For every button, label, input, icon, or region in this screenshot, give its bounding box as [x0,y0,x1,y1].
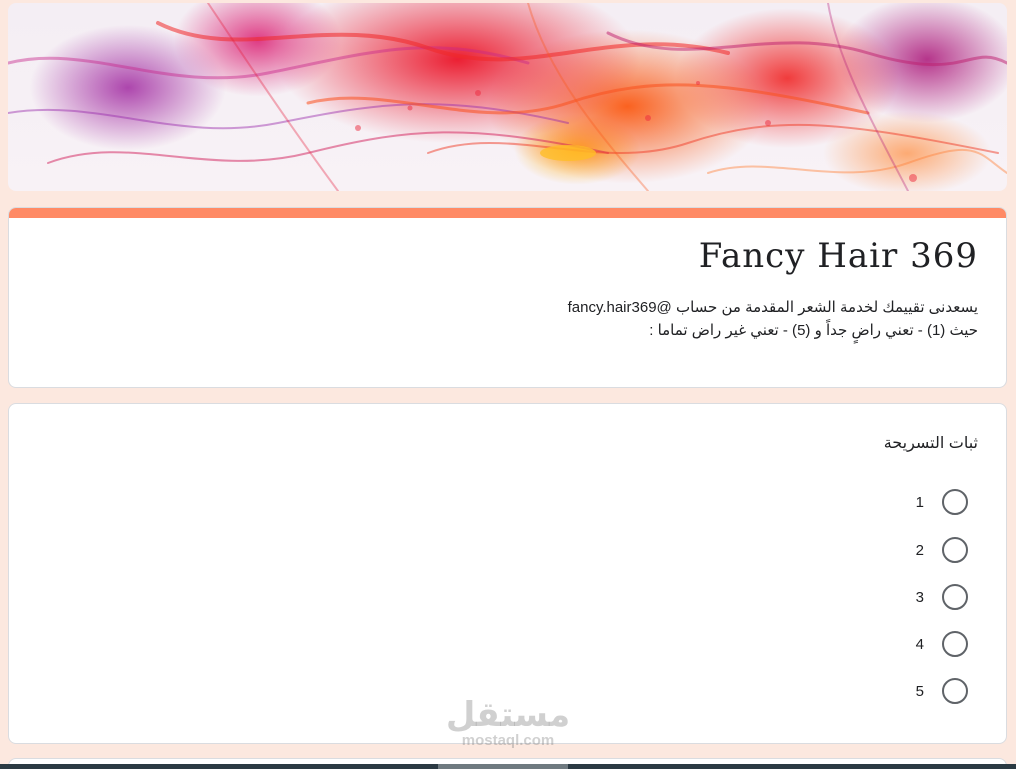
form-description-line-1: يسعدنى تقييمك لخدمة الشعر المقدمة من حسا… [567,299,978,316]
radio-button[interactable] [942,631,968,657]
accent-bar [9,208,1006,218]
radio-option-1[interactable]: 1 [916,489,968,515]
ink-splash-graphic [8,3,1007,191]
radio-option-2[interactable]: 2 [916,537,968,563]
radio-option-5[interactable]: 5 [916,678,968,704]
option-label: 5 [915,682,924,700]
form-title: Fancy Hair 369 [698,236,978,276]
form-description-line-2: حيث (1) - تعني راضٍ جداً و (5) - تعني غي… [649,322,978,339]
radio-option-3[interactable]: 3 [916,584,968,610]
question-card [8,403,1007,744]
option-label: 3 [915,588,924,606]
radio-button[interactable] [942,489,968,515]
radio-button[interactable] [942,537,968,563]
question-title: ثبات التسريحة [883,435,978,452]
radio-button[interactable] [942,678,968,704]
horizontal-scrollbar[interactable] [0,764,1016,769]
radio-button[interactable] [942,584,968,610]
option-label: 2 [915,541,924,559]
radio-option-4[interactable]: 4 [916,631,968,657]
option-label: 4 [915,635,924,653]
header-banner-image [8,3,1007,191]
option-label: 1 [915,493,924,511]
scrollbar-thumb[interactable] [438,764,568,769]
form-page: Fancy Hair 369 يسعدنى تقييمك لخدمة الشعر… [0,0,1016,769]
form-description: يسعدنى تقييمك لخدمة الشعر المقدمة من حسا… [378,296,978,342]
